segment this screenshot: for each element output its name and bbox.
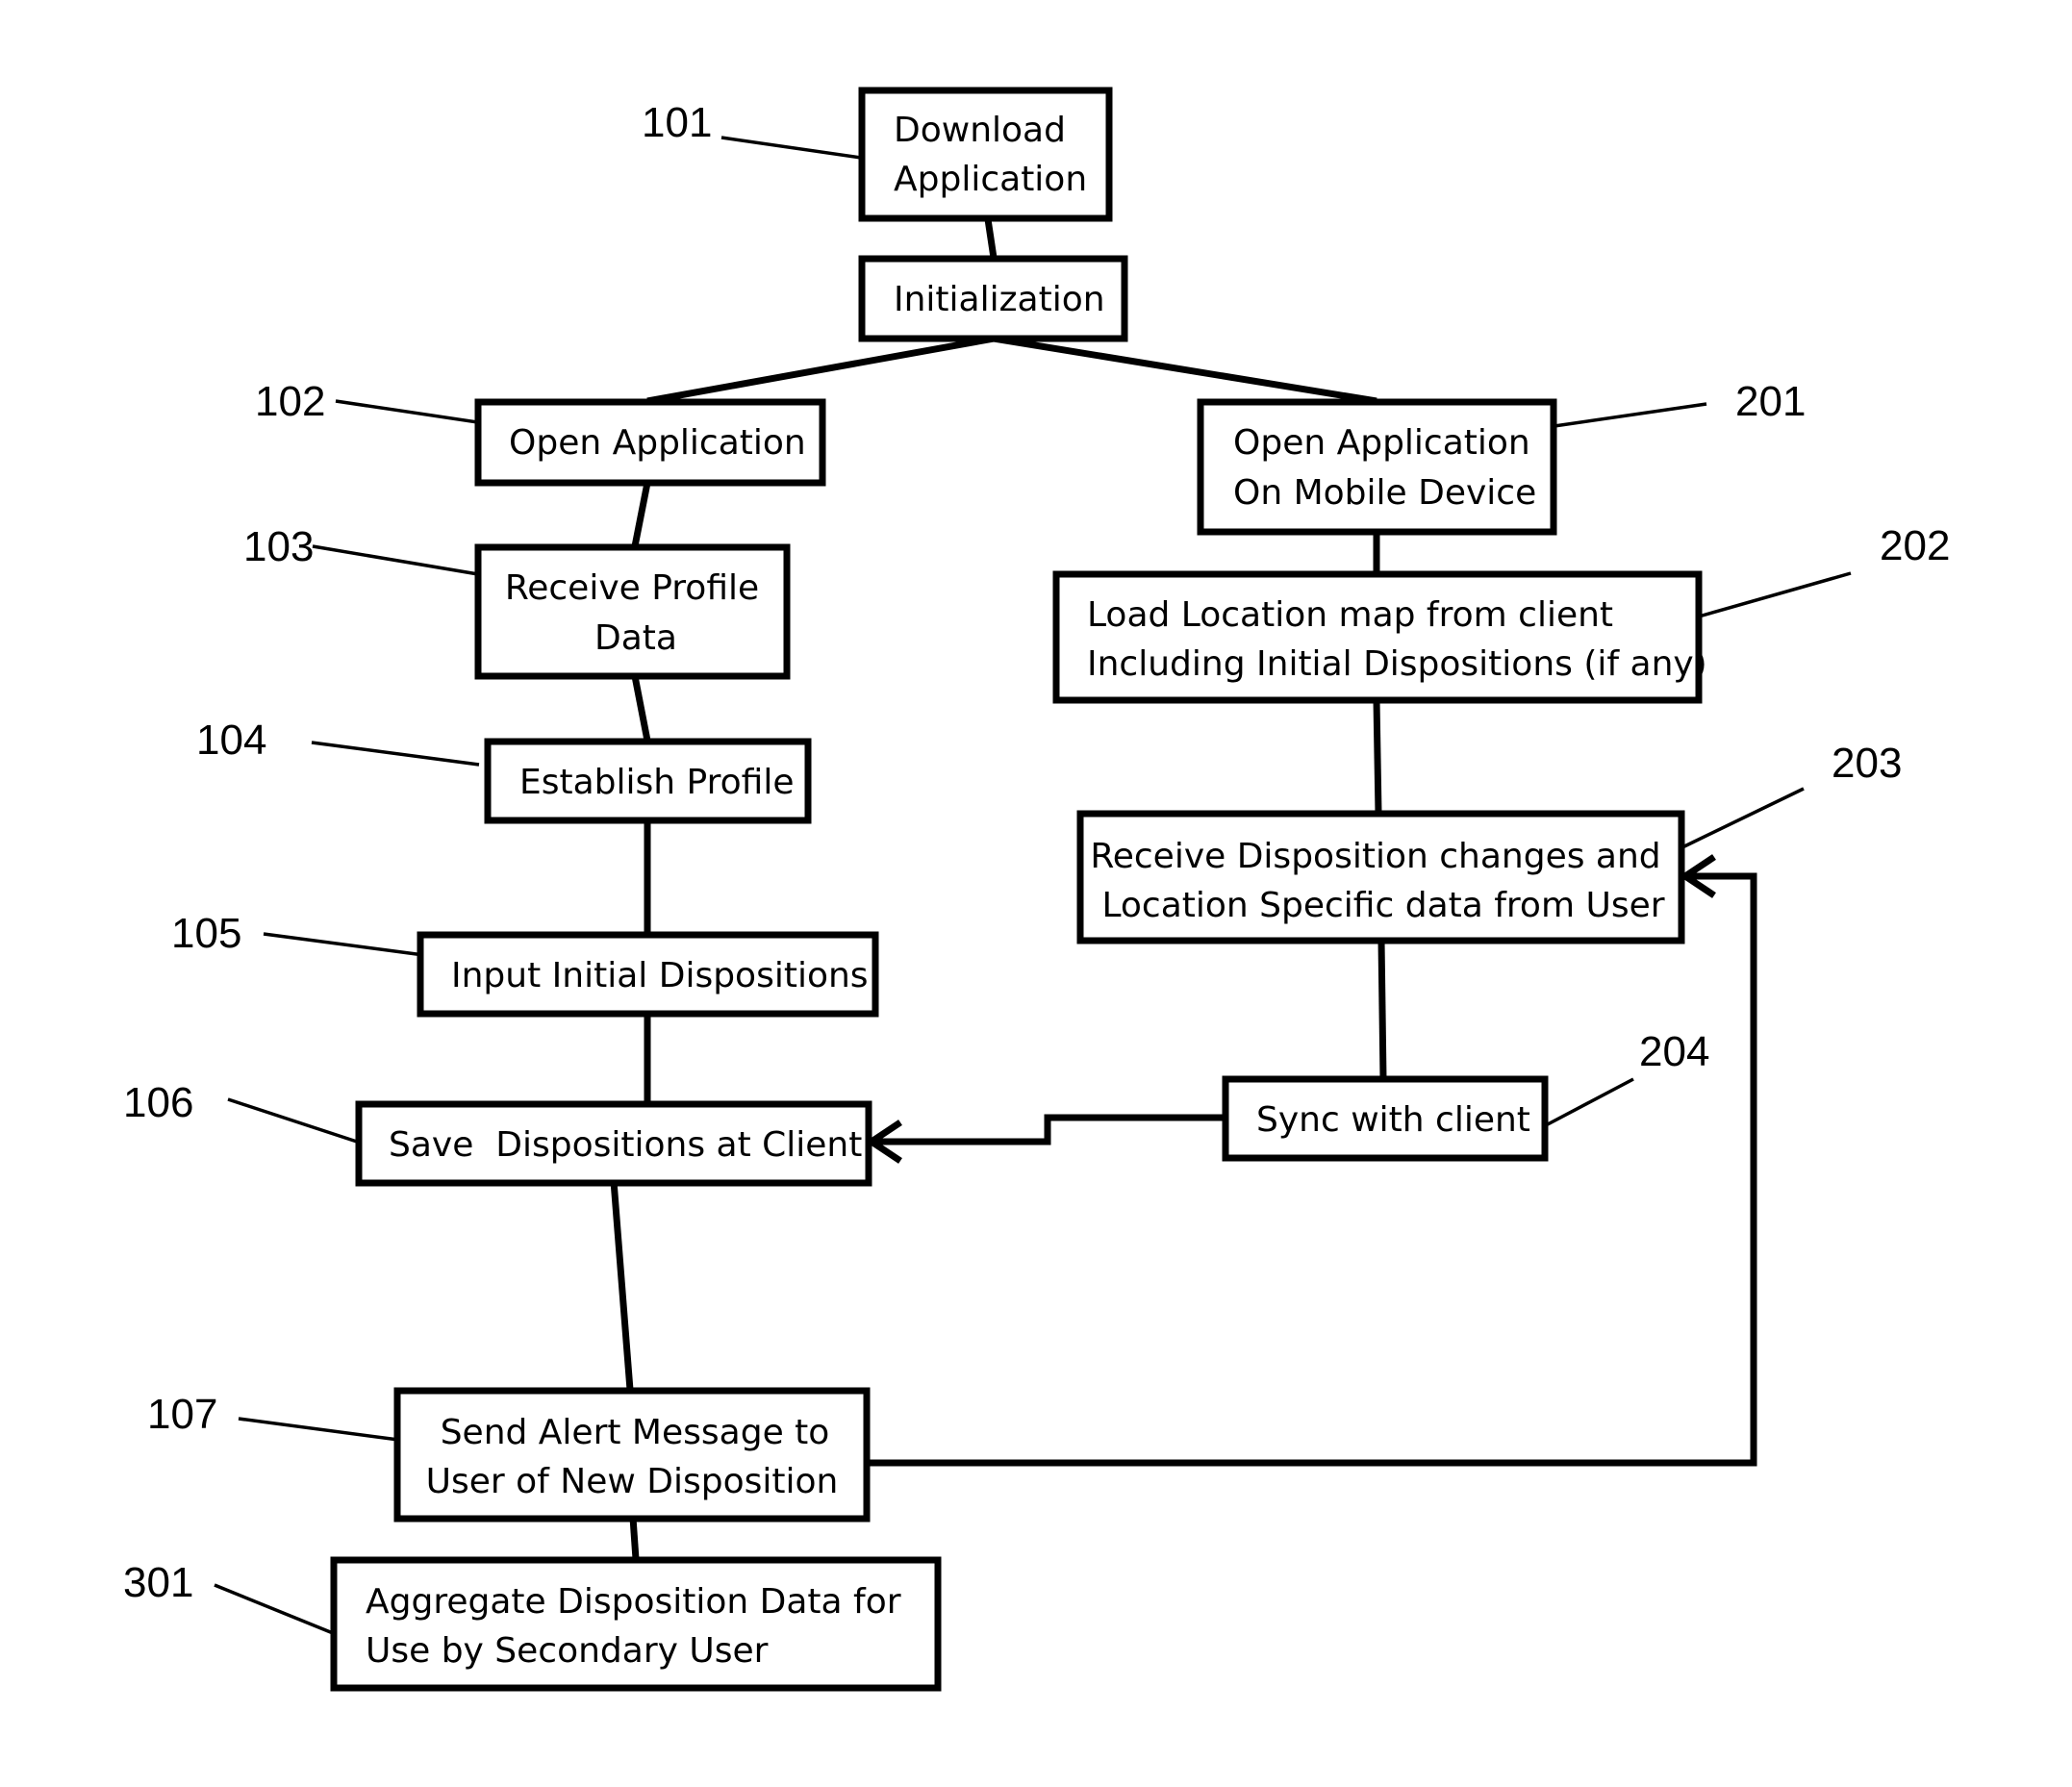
edge-alert-aggregate [629, 1517, 640, 1560]
leader-203 [1681, 787, 1805, 849]
node-text: Location Specific data from User [1101, 886, 1664, 925]
node-text: Open Application [1233, 423, 1530, 463]
ref-203: 203 [1832, 740, 1902, 787]
ref-204: 204 [1639, 1028, 1709, 1075]
flowchart-canvas: Download Application Initialization Open… [123, 87, 1950, 1692]
ref-103: 103 [243, 523, 314, 570]
node-text: Use by Secondary User [366, 1631, 769, 1671]
node-text: Send Alert Message to [441, 1413, 830, 1452]
node-open-application: Open Application [474, 398, 826, 487]
node-load-map: Load Location map from client Including … [1052, 570, 1707, 704]
node-text: Data [594, 618, 677, 658]
node-input-initial-dispositions: Input Initial Dispositions [417, 931, 879, 1018]
edge-init-open-app [646, 335, 995, 405]
node-text: Establish Profile [519, 763, 795, 802]
node-establish-profile: Establish Profile [484, 738, 812, 824]
leader-202 [1684, 571, 1852, 622]
ref-201: 201 [1735, 378, 1806, 425]
leader-107 [238, 1417, 407, 1443]
node-initialization: Initialization [858, 255, 1128, 342]
node-open-mobile: Open Application On Mobile Device [1197, 398, 1557, 536]
node-text: Sync with client [1256, 1100, 1530, 1140]
node-text: Load Location map from client [1087, 595, 1613, 635]
node-receive-profile: Receive Profile Data [474, 543, 791, 680]
ref-105: 105 [171, 910, 241, 957]
ref-104: 104 [196, 717, 266, 764]
edge-init-open-mobile [993, 335, 1377, 405]
node-text: Including Initial Dispositions (if any) [1087, 644, 1707, 684]
node-send-alert: Send Alert Message to User of New Dispos… [393, 1387, 871, 1523]
ref-107: 107 [147, 1391, 217, 1438]
edge-alert-receive-changes-arrow [866, 872, 1757, 1467]
node-download: Download Application [858, 87, 1113, 222]
node-receive-changes: Receive Disposition changes and Location… [1076, 810, 1685, 944]
edge-sync-save-arrow [872, 1114, 1225, 1145]
node-save-dispositions: Save Dispositions at Client [355, 1100, 872, 1187]
node-text: Open Application [509, 423, 806, 463]
node-text: Receive Profile [505, 568, 759, 608]
ref-106: 106 [123, 1079, 193, 1126]
node-text: User of New Disposition [426, 1462, 839, 1501]
leader-201 [1540, 402, 1707, 430]
node-text: Aggregate Disposition Data for [366, 1582, 901, 1622]
node-text: Application [894, 160, 1087, 199]
edge-open-app-receive-profile [631, 482, 651, 547]
node-sync: Sync with client [1222, 1075, 1549, 1162]
node-aggregate: Aggregate Disposition Data for Use by Se… [330, 1556, 942, 1692]
node-text: Receive Disposition changes and [1090, 837, 1660, 876]
edge-save-alert [610, 1180, 634, 1391]
node-text: On Mobile Device [1233, 473, 1536, 513]
edge-receive-changes-sync [1377, 940, 1387, 1079]
leader-104 [311, 741, 480, 767]
ref-101: 101 [642, 99, 712, 146]
leader-204 [1545, 1077, 1634, 1127]
node-box [858, 87, 1113, 222]
node-text: Download [894, 111, 1066, 150]
node-text: Save Dispositions at Client [389, 1125, 862, 1165]
leader-105 [263, 932, 432, 958]
leader-106 [227, 1097, 358, 1144]
edge-download-init [984, 218, 998, 259]
node-text: Initialization [894, 280, 1105, 319]
leader-103 [312, 544, 479, 576]
ref-102: 102 [255, 378, 325, 425]
leader-301 [214, 1583, 334, 1635]
edge-load-map-receive-changes [1373, 699, 1382, 814]
ref-202: 202 [1880, 522, 1950, 569]
ref-301: 301 [123, 1559, 193, 1606]
node-text: Input Initial Dispositions [451, 956, 869, 995]
edge-receive-profile-establish [631, 675, 651, 742]
